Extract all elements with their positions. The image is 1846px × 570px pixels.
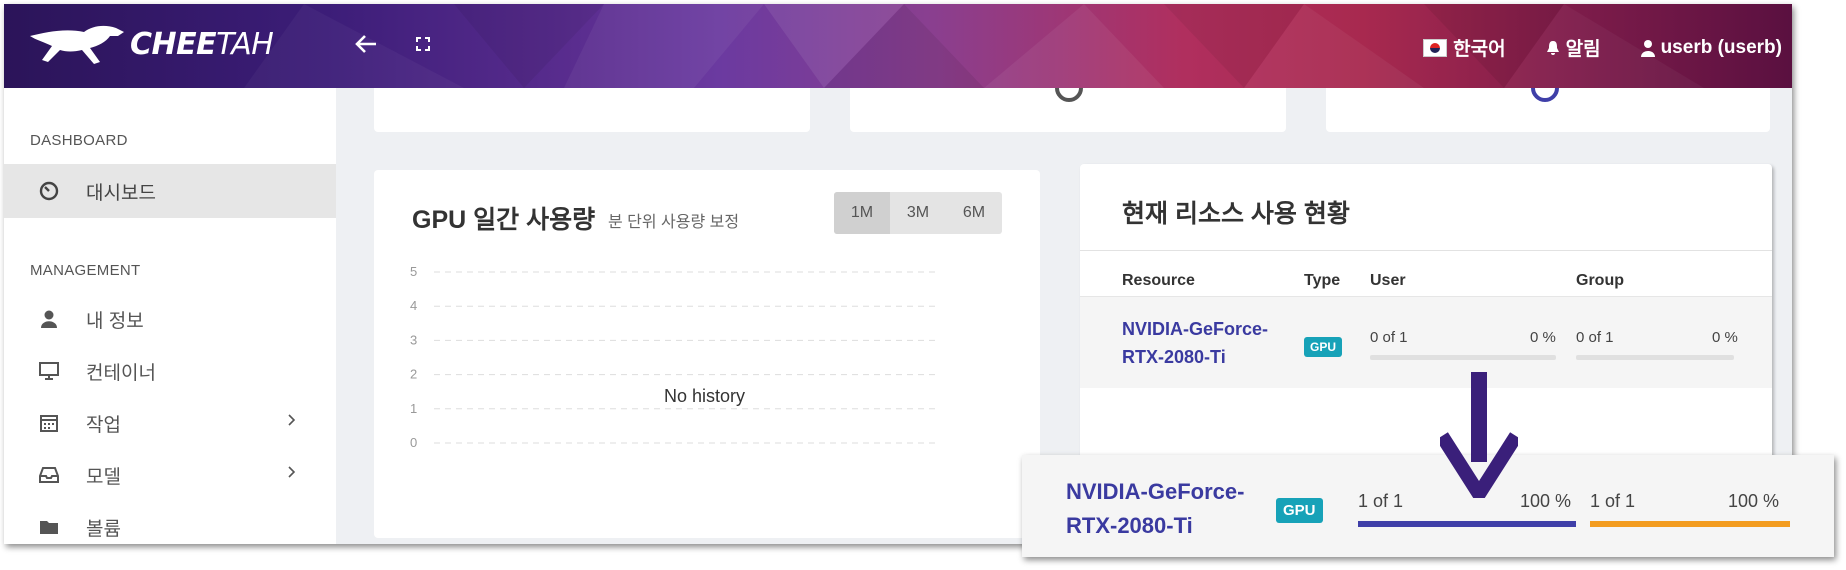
sidebar-item-models[interactable]: 모델 [4,448,336,502]
y-tick-label: 1 [410,401,417,416]
sidebar-item-volumes[interactable]: 볼륨 [4,500,336,544]
cheetah-icon [30,25,124,64]
y-tick-label: 4 [410,298,417,313]
user-progress-track [1358,521,1576,527]
gpu-card-subtitle: 분 단위 사용량 보정 [608,214,740,231]
user-progress-fill [1358,521,1576,527]
header-resource: Resource [1122,272,1195,289]
range-1m-button[interactable]: 1M [834,192,890,234]
group-usage: 0 of 1 [1576,329,1614,346]
sidebar-item-jobs[interactable]: 작업 [4,396,336,450]
y-tick-label: 0 [410,435,417,450]
range-3m-button[interactable]: 3M [890,192,946,234]
gpu-daily-usage-card: GPU 일간 사용량 분 단위 사용량 보정 1M 3M 6M 5 4 3 2 1 0 N… [374,170,1040,538]
cheetah-logo[interactable]: CHEETAH [26,22,274,66]
language-selector[interactable]: 한국어 [1423,34,1506,61]
group-progress-track [1590,521,1790,527]
korea-flag-icon [1423,38,1448,57]
resource-card-title: 현재 리소스 사용 현황 [1122,200,1350,228]
folder-icon [38,516,60,538]
gpu-card-title: GPU 일간 사용량 [412,206,596,234]
gauge-icon [38,180,60,202]
expand-icon [416,37,430,51]
chevron-right-icon [288,414,296,426]
sidebar-item-label: 대시보드 [86,182,156,204]
group-usage: 1 of 1 [1590,491,1636,511]
type-badge: GPU [1276,498,1323,523]
sidebar: DASHBOARD 대시보드 MANAGEMENT 내 정보 컨테이너 작업 모… [4,88,336,544]
header-group: Group [1576,272,1624,289]
top-header: CHEETAH 한국어 알림 userb (userb) [4,4,1792,88]
sidebar-item-label: 작업 [86,414,121,436]
no-history-message: No history [664,386,746,406]
sidebar-item-label: 모델 [86,466,121,488]
notifications-button[interactable]: 알림 [1546,34,1601,61]
language-label: 한국어 [1453,39,1506,60]
group-percent: 100 % [1728,491,1780,511]
user-usage: 1 of 1 [1358,491,1404,511]
user-label: userb (userb) [1660,36,1782,58]
resource-name-link[interactable]: NVIDIA-GeForce- RTX-2080-Ti [1122,315,1268,371]
back-button[interactable] [354,32,378,61]
calendar-icon [38,412,60,434]
summary-card-1 [374,88,810,132]
sidebar-item-my-info[interactable]: 내 정보 [4,292,336,346]
chevron-right-icon [288,466,296,478]
bell-icon [1546,40,1559,55]
gpu-usage-chart: 5 4 3 2 1 0 [410,264,940,450]
y-tick-label: 2 [410,367,417,382]
user-progress-track [1370,355,1556,360]
table-row: NVIDIA-GeForce- RTX-2080-Ti GPU 0 of 1 0… [1080,296,1772,388]
divider [1080,250,1772,251]
arrow-shaft [1471,372,1487,462]
header-right-menu: 한국어 알림 userb (userb) [1423,34,1782,61]
user-menu[interactable]: userb (userb) [1640,36,1782,59]
user-icon [38,308,60,330]
y-tick-label: 3 [410,332,417,347]
fullscreen-button[interactable] [416,37,430,56]
sidebar-item-label: 내 정보 [86,310,144,332]
group-progress-fill [1590,521,1790,527]
sidebar-item-container[interactable]: 컨테이너 [4,344,336,398]
group-progress-track [1576,355,1734,360]
sidebar-item-label: 컨테이너 [86,362,156,384]
sidebar-item-dashboard[interactable]: 대시보드 [4,164,336,218]
summary-card-2 [850,88,1286,132]
arrow-down-icon [1440,372,1518,498]
arrow-left-icon [355,35,376,53]
user-percent: 0 % [1530,329,1556,346]
header-type: Type [1304,272,1341,289]
inbox-icon [38,464,60,486]
user-usage: 0 of 1 [1370,329,1408,346]
zoomed-resource-row: NVIDIA-GeForce- RTX-2080-Ti GPU 1 of 1 1… [1022,455,1834,557]
gauge-ring-icon [1531,88,1559,102]
sidebar-item-label: 볼륨 [86,518,121,540]
range-selector: 1M 3M 6M [834,192,1002,234]
sidebar-section-management: MANAGEMENT [30,262,141,279]
range-6m-button[interactable]: 6M [946,192,1002,234]
sidebar-section-dashboard: DASHBOARD [30,132,128,149]
monitor-icon [38,360,60,382]
gauge-ring-icon [1055,88,1083,102]
header-user: User [1370,272,1406,289]
resource-name-link[interactable]: NVIDIA-GeForce- RTX-2080-Ti [1066,475,1244,543]
user-icon [1640,39,1655,57]
type-badge: GPU [1304,337,1343,357]
group-percent: 0 % [1712,329,1738,346]
user-percent: 100 % [1520,491,1572,511]
summary-card-3 [1326,88,1770,132]
y-tick-label: 5 [410,264,417,279]
notifications-label: 알림 [1565,39,1601,60]
